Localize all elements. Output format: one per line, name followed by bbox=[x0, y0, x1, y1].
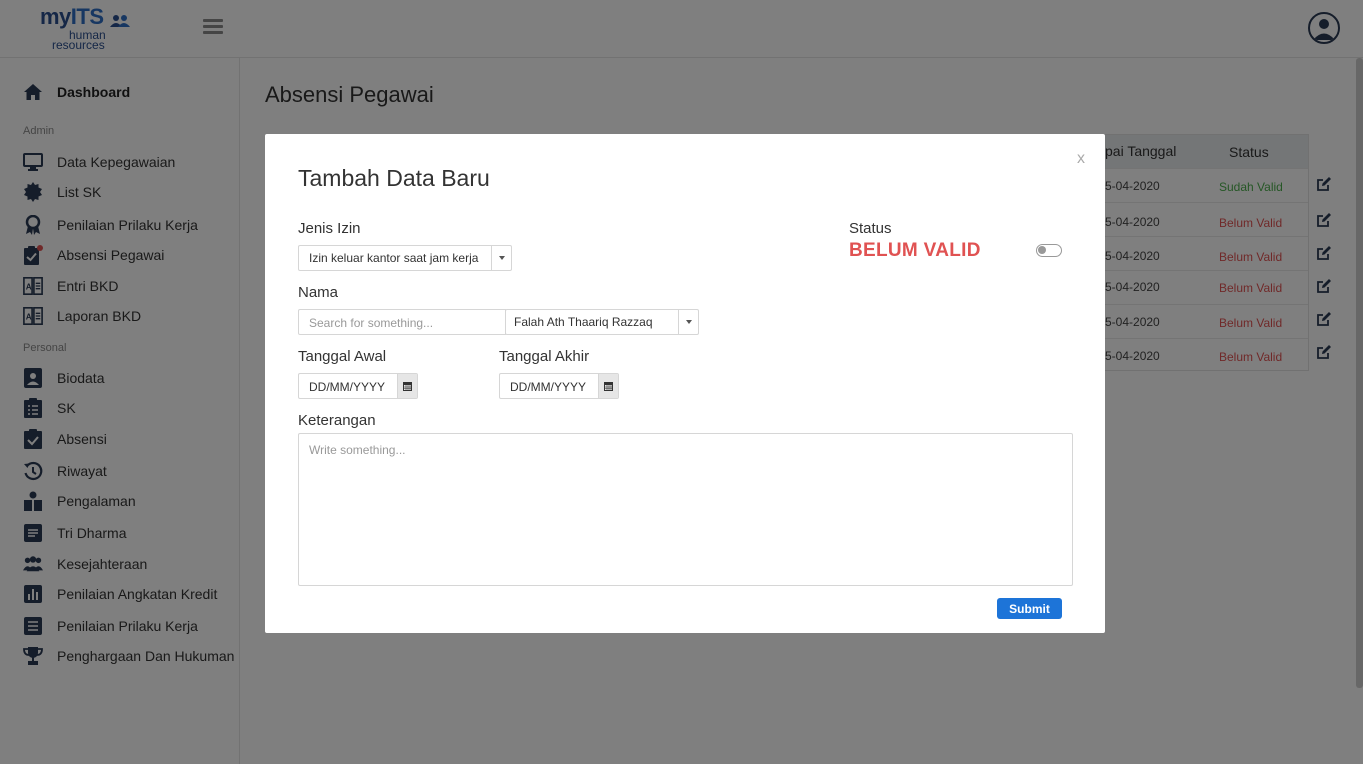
nama-search-placeholder: Search for something... bbox=[309, 316, 434, 330]
jenis-izin-value: Izin keluar kantor saat jam kerja bbox=[309, 251, 479, 265]
tambah-data-modal: x Tambah Data Baru Jenis Izin Izin kelua… bbox=[265, 134, 1105, 633]
modal-title: Tambah Data Baru bbox=[298, 165, 490, 191]
status-toggle[interactable] bbox=[1036, 244, 1062, 257]
calendar-icon[interactable] bbox=[397, 374, 417, 398]
toggle-knob bbox=[1038, 246, 1046, 254]
tanggal-akhir-input[interactable]: DD/MM/YYYY bbox=[499, 373, 619, 399]
nama-select[interactable]: Falah Ath Thaariq Razzaq bbox=[505, 309, 699, 335]
nama-value: Falah Ath Thaariq Razzaq bbox=[514, 315, 653, 329]
status-label: Status bbox=[849, 220, 892, 237]
chevron-down-icon bbox=[491, 246, 511, 270]
status-value: BELUM VALID bbox=[849, 240, 981, 261]
tanggal-awal-placeholder: DD/MM/YYYY bbox=[309, 380, 386, 394]
keterangan-placeholder: Write something... bbox=[309, 443, 406, 457]
calendar-icon[interactable] bbox=[598, 374, 618, 398]
jenis-izin-label: Jenis Izin bbox=[298, 220, 361, 237]
jenis-izin-select[interactable]: Izin keluar kantor saat jam kerja bbox=[298, 245, 512, 271]
tanggal-akhir-label: Tanggal Akhir bbox=[499, 348, 590, 365]
keterangan-label: Keterangan bbox=[298, 412, 376, 429]
nama-search-input[interactable]: Search for something... bbox=[298, 309, 506, 335]
modal-close-button[interactable]: x bbox=[1077, 150, 1085, 168]
nama-label: Nama bbox=[298, 284, 339, 301]
tanggal-awal-input[interactable]: DD/MM/YYYY bbox=[298, 373, 418, 399]
submit-button[interactable]: Submit bbox=[997, 598, 1062, 619]
chevron-down-icon bbox=[678, 310, 698, 334]
tanggal-awal-label: Tanggal Awal bbox=[298, 348, 387, 365]
keterangan-textarea[interactable]: Write something... bbox=[298, 433, 1073, 586]
tanggal-akhir-placeholder: DD/MM/YYYY bbox=[510, 380, 587, 394]
